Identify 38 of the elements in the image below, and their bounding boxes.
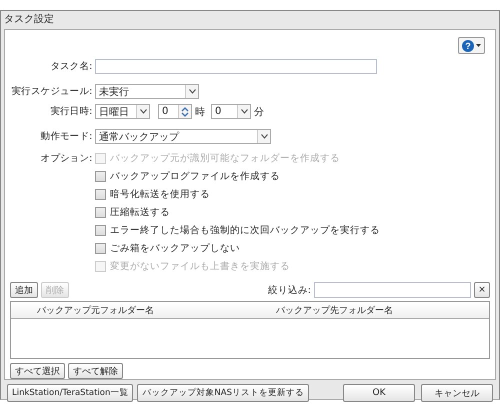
unit-label: 時 (195, 106, 205, 118)
column-header[interactable]: バックアップ先フォルダー名 (250, 304, 489, 316)
window-title: タスク設定 (3, 12, 55, 27)
caret-icon (260, 134, 268, 139)
field-label: タスク名: (49, 60, 93, 73)
column-header[interactable]: バックアップ元フォルダー名 (11, 304, 250, 316)
field-label: 動作モード: (40, 130, 93, 143)
field-label: 実行スケジュール: (10, 85, 93, 98)
caret-icon (188, 89, 196, 94)
mode-dropdown[interactable]: 通常バックアップ (95, 129, 271, 144)
caret-icon (240, 109, 248, 114)
hour-spinner[interactable]: 0 (158, 104, 192, 119)
nas-list-button[interactable]: LinkStation/TeraStation一覧 (7, 384, 134, 402)
help-button[interactable]: ? (458, 37, 485, 54)
unit-label: 分 (254, 106, 264, 118)
option-checkbox[interactable]: バックアップログファイルを作成する (95, 170, 280, 183)
ok-button[interactable]: OK (343, 384, 415, 402)
field-label: 実行日時: (49, 105, 93, 118)
select-all-button[interactable]: すべて選択 (10, 363, 65, 379)
caret-icon (140, 109, 146, 114)
filter-label: 絞り込み: (268, 284, 311, 296)
caret-icon (476, 44, 481, 47)
field-label: オプション: (40, 152, 93, 165)
spinner-arrows-icon (181, 106, 189, 118)
deselect-all-button[interactable]: すべて解除 (68, 363, 123, 379)
update-nas-list-button[interactable]: バックアップ対象NASリストを更新する (137, 384, 309, 402)
option-checkbox[interactable]: 圧縮転送する (95, 206, 170, 219)
day-dropdown[interactable]: 日曜日 (95, 104, 150, 119)
filter-field[interactable] (314, 282, 471, 298)
cancel-button[interactable]: キャンセル (421, 384, 493, 402)
task-name-field[interactable] (95, 59, 377, 74)
schedule-dropdown[interactable]: 未実行 (95, 84, 199, 99)
option-checkbox[interactable]: 暗号化転送を使用する (95, 188, 210, 201)
add-button[interactable]: 追加 (10, 282, 38, 298)
clear-button[interactable]: × (474, 282, 490, 298)
option-checkbox[interactable]: ごみ箱をバックアップしない (95, 242, 240, 255)
option-checkbox[interactable]: エラー終了した場合も強制的に次回バックアップを実行する (95, 224, 380, 237)
minute-dropdown[interactable]: 0 (211, 104, 251, 119)
